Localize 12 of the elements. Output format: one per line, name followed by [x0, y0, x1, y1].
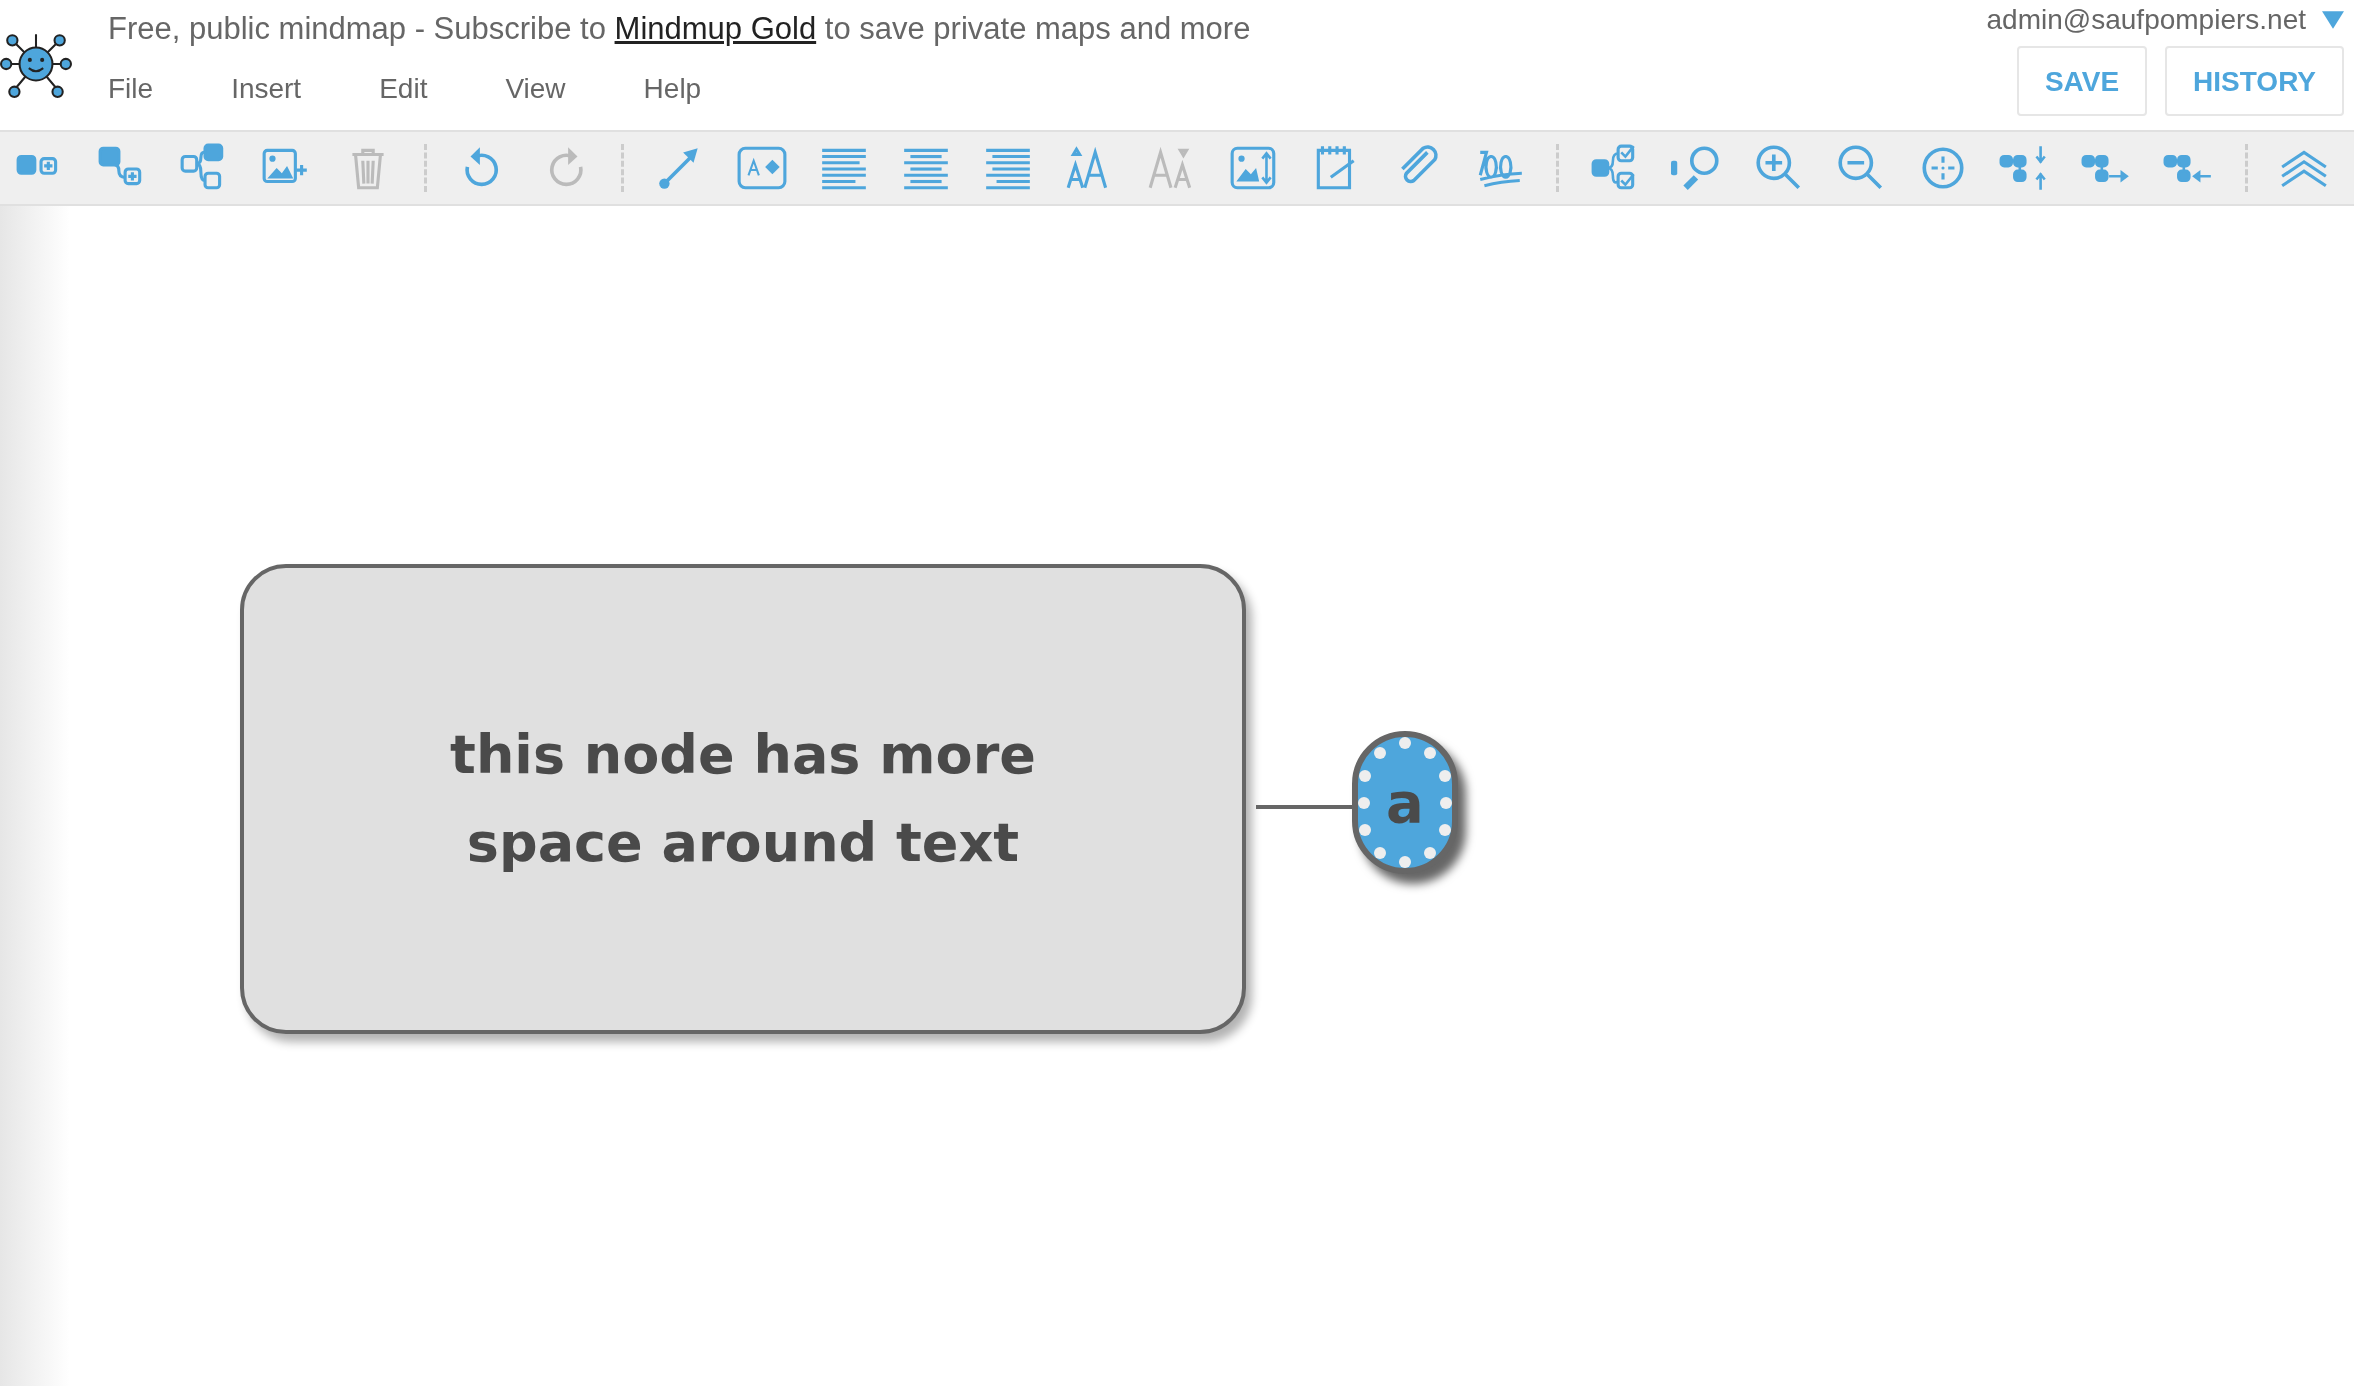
menu-item[interactable]: File: [108, 73, 154, 105]
mindmap-node[interactable]: a: [1352, 731, 1458, 874]
menu-item[interactable]: View: [505, 73, 566, 105]
subscribe-link[interactable]: Mindmup Gold: [614, 11, 817, 46]
account-email[interactable]: admin@saufpompiers.net: [1986, 4, 2306, 36]
banner-text: Free, public mindmap - Subscribe to: [108, 11, 606, 46]
menu-item[interactable]: Edit: [379, 73, 428, 105]
dropdown-icon[interactable]: [2322, 11, 2344, 29]
mindmap-node[interactable]: this node has more space around text: [240, 564, 1246, 1034]
menu-item[interactable]: Insert: [231, 73, 302, 105]
menu-item[interactable]: Help: [643, 73, 702, 105]
banner-text: to save private maps and more: [824, 11, 1251, 46]
